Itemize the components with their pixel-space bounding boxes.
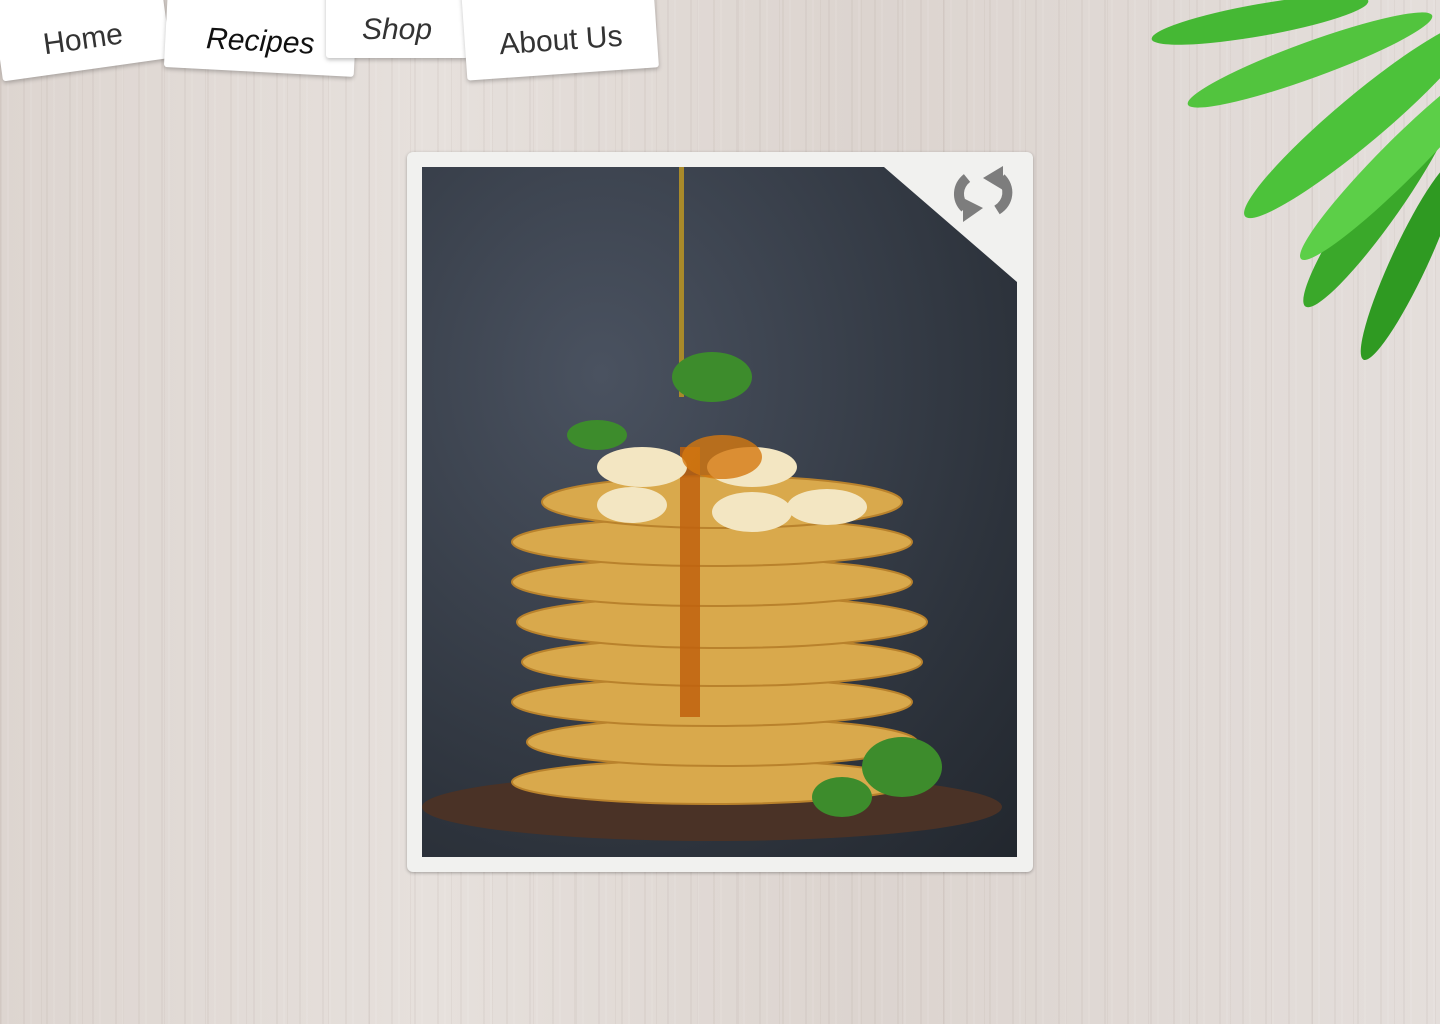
recipe-card [407, 152, 1033, 872]
nav-tab-about-us[interactable]: About Us [461, 0, 659, 81]
nav-label: Recipes [205, 22, 316, 61]
nav-label: Shop [361, 13, 433, 46]
nav-label: Home [41, 17, 125, 62]
leaves-decoration [1151, 0, 1440, 360]
nav-tab-home[interactable]: Home [0, 0, 172, 82]
refresh-icon[interactable] [941, 162, 1025, 226]
nav-label: About Us [498, 19, 624, 62]
recipe-photo [422, 167, 1017, 857]
nav-tab-shop[interactable]: Shop [326, 0, 468, 58]
